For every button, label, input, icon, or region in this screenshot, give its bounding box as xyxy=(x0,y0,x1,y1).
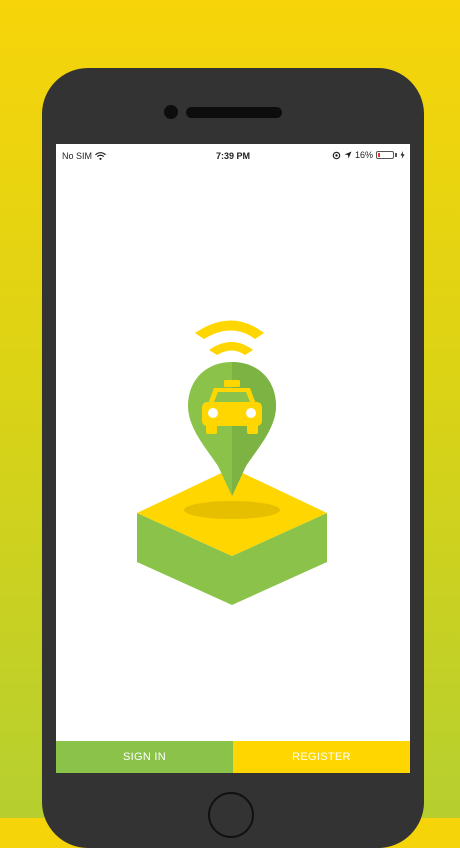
home-button[interactable] xyxy=(208,792,254,838)
navigation-icon xyxy=(344,151,352,159)
charging-icon xyxy=(400,151,405,159)
battery-percent: 16% xyxy=(354,150,373,160)
signal-waves-icon xyxy=(195,320,264,355)
battery-icon xyxy=(376,151,394,159)
register-button[interactable]: REGISTER xyxy=(233,741,410,773)
status-right: 16% xyxy=(332,150,405,160)
app-screen: No SIM 7:39 PM 16% SIGN IN REGISTER xyxy=(56,144,410,773)
earpiece-speaker xyxy=(186,107,282,118)
front-camera xyxy=(164,105,178,119)
sign-in-button[interactable]: SIGN IN xyxy=(56,741,233,773)
auth-button-bar: SIGN IN REGISTER xyxy=(56,741,410,773)
taxi-location-pin-icon xyxy=(137,320,327,605)
battery-level-fill xyxy=(378,153,380,157)
location-icon xyxy=(332,151,341,159)
status-bar: No SIM 7:39 PM 16% xyxy=(56,144,410,166)
battery-tip xyxy=(395,153,397,157)
